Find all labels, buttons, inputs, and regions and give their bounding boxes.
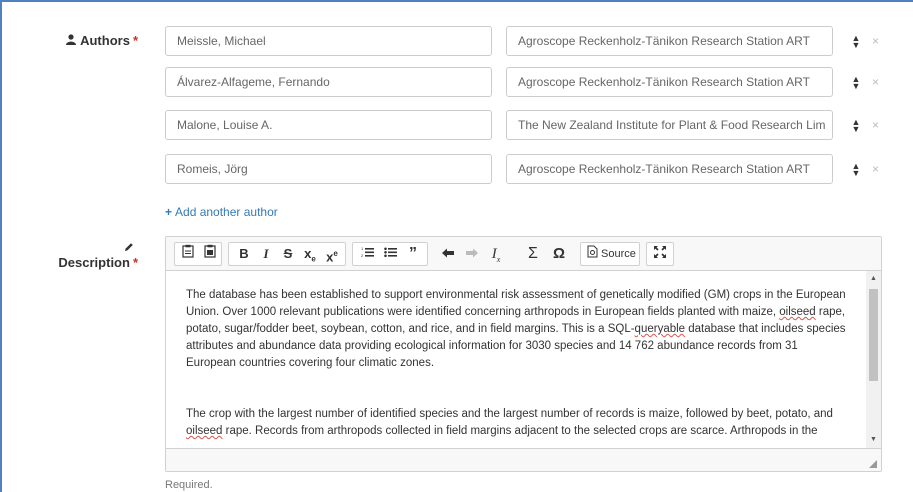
redo-icon[interactable] (461, 243, 483, 265)
description-paragraph: The database has been established to sup… (186, 287, 846, 372)
blockquote-icon[interactable]: ” (402, 243, 424, 265)
plus-icon: + (165, 205, 173, 219)
required-asterisk: * (132, 255, 138, 270)
remove-format-icon[interactable]: Ix (485, 243, 507, 265)
strikethrough-icon[interactable]: S (277, 243, 299, 265)
remove-author-icon[interactable]: × (872, 34, 879, 48)
basic-styles-group: B I S xe xe (228, 242, 346, 266)
description-label-text: Description (58, 255, 130, 270)
superscript-icon[interactable]: xe (321, 243, 343, 265)
pencil-icon (124, 242, 134, 255)
clipboard-group (174, 242, 222, 266)
required-asterisk: * (132, 33, 138, 48)
editor-content[interactable]: The database has been established to sup… (166, 271, 866, 448)
author-affiliation-input[interactable]: Agroscope Reckenholz-Tänikon Research St… (506, 67, 833, 97)
svg-text:2: 2 (361, 253, 364, 258)
author-name-input[interactable]: Malone, Louise A. (165, 110, 492, 140)
misspelled-word: oilseed (186, 425, 223, 437)
add-author-link[interactable]: + Add another author (165, 205, 278, 219)
author-affiliation-input[interactable]: The New Zealand Institute for Plant & Fo… (506, 110, 833, 140)
editor-statusbar (166, 448, 881, 471)
source-label: Source (601, 248, 636, 260)
italic-icon[interactable]: I (255, 243, 277, 265)
author-name-input[interactable]: Romeis, Jörg (165, 154, 492, 184)
paste-word-icon[interactable] (199, 243, 221, 265)
numbered-list-icon[interactable]: 12 (356, 243, 378, 265)
authors-label-text: Authors (80, 33, 130, 48)
required-help-text: Required. (165, 479, 213, 491)
bulleted-list-icon[interactable] (379, 243, 401, 265)
maximize-button[interactable] (646, 242, 674, 266)
scrollbar-thumb[interactable] (869, 289, 878, 381)
user-icon (66, 34, 77, 48)
misspelled-word: oilseed (779, 306, 816, 318)
description-editor: B I S xe xe 12 ” Ix Σ Ω Source The datab… (165, 236, 882, 472)
paste-text-icon[interactable] (177, 243, 199, 265)
bold-icon[interactable]: B (233, 243, 255, 265)
author-affiliation-input[interactable]: Agroscope Reckenholz-Tänikon Research St… (506, 154, 833, 184)
misspelled-word: queryable (634, 323, 686, 335)
formula-icon[interactable]: Σ (521, 243, 545, 265)
undo-icon[interactable] (437, 243, 459, 265)
special-character-icon[interactable]: Ω (547, 243, 571, 265)
authors-label: Authors * (60, 33, 138, 48)
resize-handle-icon[interactable] (869, 460, 877, 468)
svg-text:1: 1 (361, 246, 364, 251)
editor-toolbar: B I S xe xe 12 ” Ix Σ Ω Source (166, 237, 881, 271)
scroll-up-arrow-icon[interactable]: ▲ (866, 273, 881, 285)
text-run: rape. Records from arthropods collected … (222, 425, 818, 437)
author-name-input[interactable]: Meissle, Michael (165, 26, 492, 56)
source-icon (585, 243, 599, 265)
description-paragraph: The crop with the largest number of iden… (186, 406, 846, 440)
author-name-input[interactable]: Álvarez-Alfageme, Fernando (165, 67, 492, 97)
sort-icon[interactable]: ▲ ▼ (851, 34, 861, 50)
subscript-icon[interactable]: xe (299, 243, 321, 265)
source-button[interactable]: Source (580, 242, 640, 266)
list-group: 12 ” (352, 242, 428, 266)
remove-author-icon[interactable]: × (872, 162, 879, 176)
text-run: The crop with the largest number of iden… (186, 408, 833, 420)
sort-icon[interactable]: ▲ ▼ (851, 75, 861, 91)
remove-author-icon[interactable]: × (872, 118, 879, 132)
description-label: Description * (50, 240, 138, 270)
sort-icon[interactable]: ▲ ▼ (851, 118, 861, 134)
sort-icon[interactable]: ▲ ▼ (851, 162, 861, 178)
editor-scrollbar[interactable]: ▲ ▼ (866, 271, 881, 448)
remove-author-icon[interactable]: × (872, 75, 879, 89)
scroll-down-arrow-icon[interactable]: ▼ (866, 434, 881, 446)
text-run: The database has been established to sup… (186, 289, 846, 318)
add-author-label: Add another author (175, 205, 278, 219)
insert-group: Σ Ω (518, 242, 574, 266)
maximize-icon (649, 243, 671, 265)
author-affiliation-input[interactable]: Agroscope Reckenholz-Tänikon Research St… (506, 26, 833, 56)
history-group: Ix (434, 242, 514, 266)
